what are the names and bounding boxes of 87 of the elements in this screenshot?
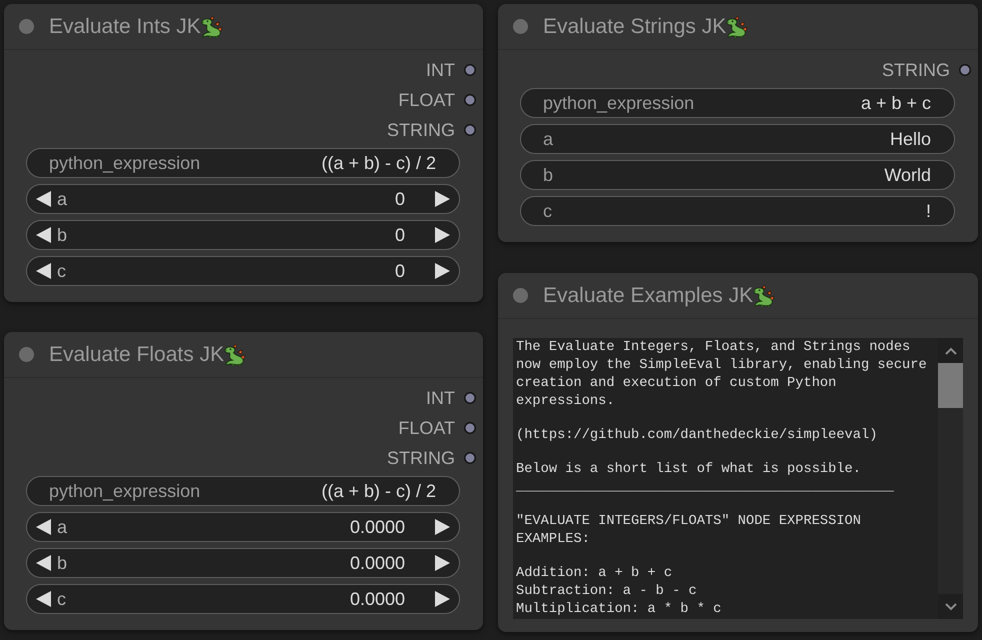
widget-value: 0.0000 [350,554,405,572]
widget-value: 0 [394,262,405,280]
widget-value: 0 [394,190,405,208]
widget-value: ((a + b) - c) / 2 [321,482,436,500]
widget-value: a + b + c [860,94,931,112]
number-widget[interactable]: a 0 [26,184,460,214]
widget-label: python_expression [543,94,694,112]
left-arrow-icon[interactable] [36,591,51,607]
widget-label: c [543,202,552,220]
number-widget[interactable]: b 0.0000 [26,548,460,578]
right-arrow-icon[interactable] [435,191,450,207]
number-widget[interactable]: a 0.0000 [26,512,460,542]
dragon-icon [224,344,246,366]
output-label: STRING [386,449,455,467]
node-title: Evaluate Ints JK [49,16,201,37]
widget-label: a [57,190,68,208]
text-widget[interactable]: a Hello [520,124,955,154]
example-text: "EVALUATE INTEGERS/FLOATS" NODE EXPRESSION EXAMPLES: [516,513,862,549]
output-label: INT [426,61,455,79]
chevron-up-icon[interactable] [944,346,956,354]
scrollbar[interactable] [938,338,963,619]
dragon-icon [753,284,776,306]
widget-value: Hello [890,130,931,148]
dragon-icon [726,16,748,38]
right-arrow-icon[interactable] [435,555,450,571]
left-arrow-icon[interactable] [36,227,51,243]
text-widget[interactable]: b World [520,160,955,190]
output-slot-icon[interactable] [464,94,476,106]
text-widget[interactable]: python_expression a + b + c [520,88,955,118]
node-title: Evaluate Examples JK [543,285,754,306]
widget-value: 0.0000 [350,518,405,536]
output-label: STRING [386,121,455,139]
status-dot-icon [19,19,34,34]
right-arrow-icon[interactable] [435,227,450,243]
widget-label: a [57,518,68,536]
right-arrow-icon[interactable] [435,591,450,607]
example-text: Below is a short list of what is possible. [516,461,862,479]
output-label: STRING [882,61,950,79]
widget-label: a [543,130,554,148]
left-arrow-icon[interactable] [36,519,51,535]
widget-value: 0.0000 [350,590,405,608]
output-label: FLOAT [398,91,455,109]
widget-label: python_expression [49,482,200,500]
left-arrow-icon[interactable] [36,191,51,207]
chevron-down-icon[interactable] [944,602,956,610]
output-slot-icon[interactable] [464,64,476,76]
status-dot-icon [513,288,528,303]
example-text: The Evaluate Integers, Floats, and Strings nodes now employ the SimpleEval library, enabling secure creation and execution of custom Python expressions. [516,339,928,411]
example-text: Multiplication: a * b * c [516,601,722,619]
right-arrow-icon[interactable] [435,263,450,279]
example-text: (https://github.com/danthedeckie/simpleeval) [516,427,878,445]
text-widget[interactable]: python_expression ((a + b) - c) / 2 [26,148,460,178]
widget-value: 0 [394,226,405,244]
widget-label: c [57,590,66,608]
text-widget[interactable]: python_expression ((a + b) - c) / 2 [26,476,460,506]
text-widget[interactable]: c ! [520,196,955,226]
status-dot-icon [513,19,528,34]
left-arrow-icon[interactable] [36,555,51,571]
output-slot-icon[interactable] [464,392,476,404]
widget-value: ((a + b) - c) / 2 [321,154,436,172]
status-dot-icon [19,347,34,362]
number-widget[interactable]: c 0.0000 [26,584,460,614]
example-text: Addition: a + b + c [516,565,674,583]
output-slot-icon[interactable] [464,452,476,464]
widget-label: python_expression [49,154,200,172]
number-widget[interactable]: c 0 [26,256,460,286]
number-widget[interactable]: b 0 [26,220,460,250]
widget-value: World [884,166,931,184]
widget-label: b [543,166,554,184]
example-text: ______________________________________________ [516,479,895,497]
scrollbar-thumb[interactable] [938,363,963,408]
node-title: Evaluate Strings JK [543,16,726,37]
text-area[interactable] [513,338,963,619]
widget-label: b [57,226,68,244]
node-title: Evaluate Floats JK [49,344,224,365]
output-label: INT [426,389,455,407]
left-arrow-icon[interactable] [36,263,51,279]
output-slot-icon[interactable] [464,124,476,136]
output-slot-icon[interactable] [464,422,476,434]
widget-value: ! [926,202,931,220]
widget-label: c [57,262,66,280]
right-arrow-icon[interactable] [435,519,450,535]
widget-label: b [57,554,68,572]
example-text: Subtraction: a - b - c [516,583,698,601]
output-label: FLOAT [398,419,455,437]
dragon-icon [200,16,223,38]
output-slot-icon[interactable] [959,64,971,76]
